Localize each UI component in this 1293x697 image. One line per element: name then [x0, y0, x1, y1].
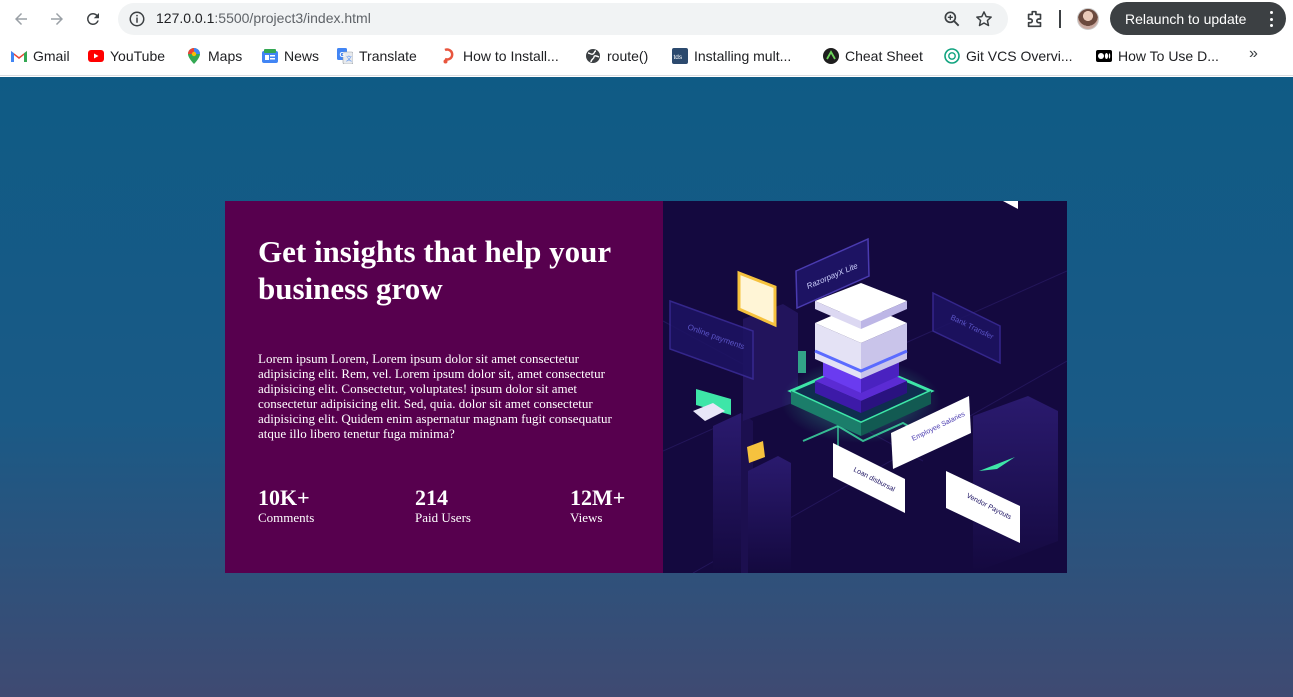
- bookmarks-bar: Gmail YouTube Maps News G文 Translate How…: [0, 42, 1293, 70]
- bookmark-git-vcs[interactable]: Git VCS Overvi...: [944, 46, 1073, 66]
- small-bar: [798, 351, 806, 373]
- globe-icon: [585, 48, 601, 64]
- bookmark-translate[interactable]: G文 Translate: [337, 46, 417, 66]
- bookmark-cheat-sheet[interactable]: Cheat Sheet: [823, 46, 923, 66]
- stat-value: 214: [415, 485, 448, 510]
- stat-label: Paid Users: [415, 510, 471, 525]
- back-button[interactable]: [7, 5, 35, 33]
- insights-card: Get insights that help your business gro…: [225, 201, 1067, 573]
- stat-views: 12M+ Views: [570, 486, 625, 526]
- bookmark-youtube[interactable]: YouTube: [88, 46, 165, 66]
- card-body-text: Lorem ipsum Lorem, Lorem ipsum dolor sit…: [258, 351, 612, 441]
- bookmark-how-to-install[interactable]: How to Install...: [441, 46, 559, 66]
- tds-icon: tds: [672, 48, 688, 64]
- zoom-icon[interactable]: [942, 9, 962, 29]
- relaunch-to-update-button[interactable]: Relaunch to update: [1110, 2, 1286, 35]
- reload-button[interactable]: [79, 5, 107, 33]
- svg-text:G: G: [340, 52, 346, 59]
- youtube-icon: [88, 48, 104, 64]
- bookmark-maps[interactable]: Maps: [186, 46, 242, 66]
- corner-shape: [1003, 201, 1018, 209]
- bookmark-how-to-use[interactable]: How To Use D...: [1096, 46, 1219, 66]
- reload-icon: [87, 13, 99, 25]
- toolbar-divider: [1059, 10, 1061, 28]
- news-icon: [262, 48, 278, 64]
- stat-value: 12M+: [570, 485, 626, 510]
- install-icon: [441, 48, 457, 64]
- card-headline: Get insights that help your business gro…: [258, 234, 611, 306]
- payments-isometric-illustration: RazorpayX Lite Online payments Bank Tran…: [663, 201, 1067, 573]
- svg-text:tds: tds: [674, 54, 683, 61]
- medium-icon: [1096, 48, 1112, 64]
- pillar: [748, 456, 791, 573]
- stat-label: Views: [570, 510, 603, 525]
- gmail-icon: [11, 48, 27, 64]
- profile-avatar[interactable]: [1077, 8, 1099, 30]
- bank-transfer-card: Bank Transfer: [932, 291, 1001, 365]
- cheatsheet-icon: [823, 48, 839, 64]
- forward-button[interactable]: [43, 5, 71, 33]
- relaunch-label: Relaunch to update: [1125, 10, 1247, 27]
- card-illustration: RazorpayX Lite Online payments Bank Tran…: [663, 201, 1067, 573]
- more-bookmarks-button[interactable]: »: [1249, 45, 1258, 63]
- online-payments-card: Online payments: [669, 299, 754, 381]
- envelope-icon: [737, 270, 777, 328]
- translate-icon: G文: [337, 48, 353, 64]
- page-background: Get insights that help your business gro…: [0, 77, 1293, 697]
- bookmark-gmail[interactable]: Gmail: [11, 46, 70, 66]
- address-bar[interactable]: 127.0.0.1:5500/project3/index.html: [118, 3, 1008, 35]
- bookmark-route[interactable]: route(): [585, 46, 648, 66]
- arrow-right-icon: [51, 13, 63, 25]
- bookmark-installing-mult[interactable]: tds Installing mult...: [672, 46, 791, 66]
- chatgpt-icon: [944, 48, 960, 64]
- more-menu-icon[interactable]: [1270, 11, 1274, 27]
- pillar: [713, 413, 741, 573]
- svg-text:文: 文: [346, 55, 352, 63]
- arrow-left-icon: [15, 13, 27, 25]
- stat-value: 10K+: [258, 485, 310, 510]
- url-text[interactable]: 127.0.0.1:5500/project3/index.html: [156, 10, 371, 26]
- stat-comments: 10K+ Comments: [258, 486, 314, 526]
- browser-toolbar: 127.0.0.1:5500/project3/index.html Relau…: [0, 0, 1293, 38]
- stat-paid-users: 214 Paid Users: [415, 486, 471, 526]
- site-info-icon[interactable]: [128, 10, 146, 28]
- card-text-panel: Get insights that help your business gro…: [225, 201, 663, 573]
- maps-icon: [186, 48, 202, 64]
- bookmark-star-icon[interactable]: [974, 9, 994, 29]
- browser-chrome: 127.0.0.1:5500/project3/index.html Relau…: [0, 0, 1293, 76]
- stat-label: Comments: [258, 510, 315, 525]
- pillar: [973, 396, 1058, 573]
- extensions-icon[interactable]: [1024, 8, 1046, 30]
- bookmark-news[interactable]: News: [262, 46, 319, 66]
